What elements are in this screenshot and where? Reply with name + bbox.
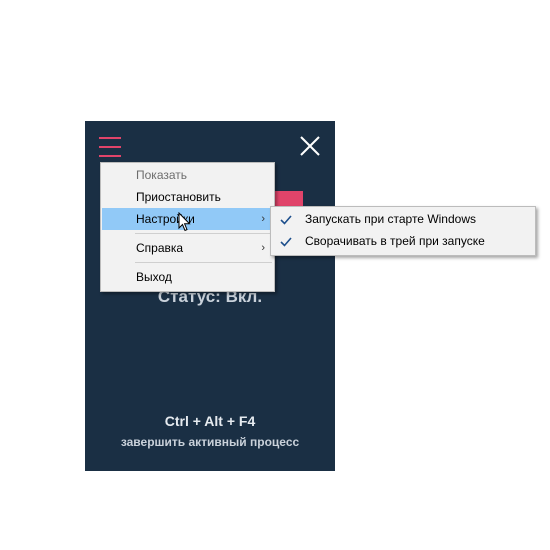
menu-item-label: Показать (136, 168, 188, 182)
menu-item-exit[interactable]: Выход (102, 266, 273, 288)
submenu-item-minimize-tray[interactable]: Сворачивать в трей при запуске (272, 230, 534, 252)
checkmark-icon (279, 234, 293, 248)
submenu-item-autostart[interactable]: Запускать при старте Windows (272, 208, 534, 230)
hamburger-line (99, 146, 121, 148)
submenu-item-label: Запускать при старте Windows (305, 212, 476, 226)
submenu-item-label: Сворачивать в трей при запуске (305, 234, 485, 248)
hamburger-menu-icon[interactable] (99, 135, 121, 157)
menu-separator (135, 233, 272, 234)
menu-item-label: Справка (136, 241, 184, 255)
menu-item-show[interactable]: Показать (102, 164, 273, 186)
hamburger-line (99, 137, 121, 139)
menu-item-pause[interactable]: Приостановить (102, 186, 273, 208)
submenu-arrow-icon: › (261, 242, 265, 254)
hotkey-description: завершить активный процесс (120, 435, 300, 449)
submenu-arrow-icon: › (261, 213, 265, 225)
close-icon[interactable] (297, 133, 323, 159)
hotkey-label: Ctrl + Alt + F4 (164, 413, 256, 429)
settings-submenu: Запускать при старте Windows Сворачивать… (270, 206, 536, 256)
mouse-pointer-icon (178, 211, 192, 234)
menu-item-label: Приостановить (136, 190, 221, 204)
hamburger-line (99, 155, 121, 157)
menu-item-help[interactable]: Справка › (102, 237, 273, 259)
menu-item-label: Выход (136, 270, 172, 284)
checkmark-icon (279, 212, 293, 226)
menu-separator (135, 262, 272, 263)
